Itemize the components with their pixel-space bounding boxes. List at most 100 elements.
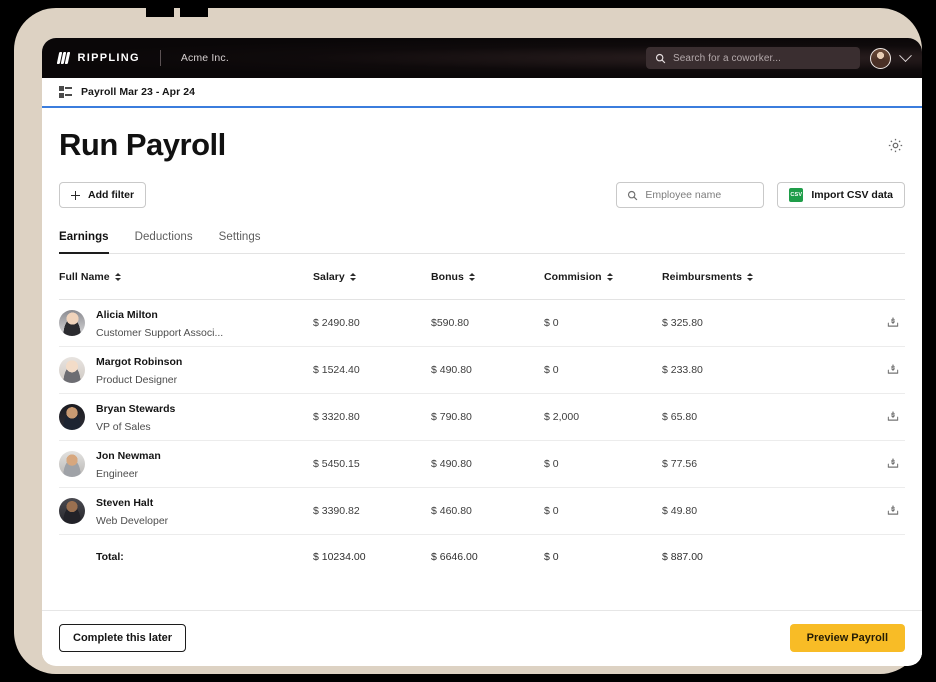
device-notch-tab-2 [180,8,208,17]
breadcrumb[interactable]: Payroll Mar 23 - Apr 24 [42,78,922,108]
cell-salary[interactable]: $ 2490.80 [313,299,431,347]
add-filter-button[interactable]: Add filter [59,182,147,208]
avatar[interactable] [870,47,891,69]
cell-reimbursments[interactable]: $ 49.80 [662,487,837,535]
sort-icon[interactable] [747,273,754,281]
total-action-spacer [837,535,905,579]
column-header-label: Commision [544,271,602,283]
employee-name: Margot Robinson [96,356,183,368]
toolbar: Add filter Employee name CSV Import CSV … [59,182,905,208]
cell-commision[interactable]: $ 0 [544,440,662,488]
brand-block[interactable]: RIPPLING Acme Inc. [56,50,229,66]
import-csv-button[interactable]: CSV Import CSV data [777,182,905,208]
top-navigation-bar: RIPPLING Acme Inc. Search for a coworker… [42,38,922,78]
employee-role: VP of Sales [96,421,151,433]
avatar [59,404,85,430]
search-input[interactable]: Employee name [616,182,765,208]
money-deposit-icon[interactable] [884,313,902,331]
cell-name: Jon Newman Engineer [59,440,313,488]
complete-later-button[interactable]: Complete this later [59,623,187,652]
cell-bonus[interactable]: $ 490.80 [431,440,544,488]
cell-name: Bryan Stewards VP of Sales [59,393,313,441]
column-header-commision[interactable]: Commision [544,254,662,300]
employee-cell: Jon Newman Engineer [59,446,313,482]
column-header-salary[interactable]: Salary [313,254,431,300]
cell-salary[interactable]: $ 3320.80 [313,393,431,441]
employee-cell: Bryan Stewards VP of Sales [59,399,313,435]
device-bezel: RIPPLING Acme Inc. Search for a coworker… [14,8,922,674]
tab-deductions[interactable]: Deductions [135,231,193,253]
cell-bonus[interactable]: $ 490.80 [431,346,544,394]
table-row[interactable]: Jon Newman Engineer $ 5450.15 $ 490.80 $… [59,440,905,488]
table-row[interactable]: Bryan Stewards VP of Sales $ 3320.80 $ 7… [59,393,905,441]
sort-icon[interactable] [114,273,121,281]
global-search-input[interactable]: Search for a coworker... [646,47,860,69]
table-body: Alicia Milton Customer Support Associ...… [59,299,905,579]
tab-settings[interactable]: Settings [219,231,261,253]
total-commision: $ 0 [544,550,559,563]
cell-commision[interactable]: $ 0 [544,346,662,394]
cell-reimbursments[interactable]: $ 65.80 [662,393,837,441]
sort-icon[interactable] [606,273,613,281]
column-header-full-name[interactable]: Full Name [59,254,313,300]
column-header-label: Salary [313,271,345,283]
page-header: Run Payroll [59,108,905,160]
search-input-placeholder: Employee name [645,189,722,201]
device-notch-tab-1 [146,8,174,17]
cell-commision[interactable]: $ 0 [544,299,662,347]
table-header-row: Full Name Salary Bonus Commision Reimbur… [59,254,905,300]
cell-action [837,440,905,488]
cell-action [837,299,905,347]
employee-name: Alicia Milton [96,309,158,321]
gear-icon[interactable] [885,135,905,155]
toolbar-right-group: Employee name CSV Import CSV data [616,182,905,208]
column-header-reimbursments[interactable]: Reimbursments [662,254,837,300]
employee-role: Customer Support Associ... [96,327,224,339]
cell-bonus[interactable]: $ 790.80 [431,393,544,441]
cell-commision[interactable]: $ 2,000 [544,393,662,441]
money-deposit-icon[interactable] [884,454,902,472]
tab-earnings[interactable]: Earnings [59,231,109,254]
sort-icon[interactable] [349,273,356,281]
table-row[interactable]: Alicia Milton Customer Support Associ...… [59,299,905,347]
employee-cell: Alicia Milton Customer Support Associ... [59,305,313,341]
footer-action-bar: Complete this later Preview Payroll [42,610,922,664]
cell-bonus[interactable]: $590.80 [431,299,544,347]
cell-reimbursments[interactable]: $ 77.56 [662,440,837,488]
employee-name: Jon Newman [96,450,161,462]
money-deposit-icon[interactable] [884,501,902,519]
chevron-down-icon[interactable] [899,48,912,62]
column-header-bonus[interactable]: Bonus [431,254,544,300]
brand-name: RIPPLING [77,52,140,64]
cell-bonus[interactable]: $ 460.80 [431,487,544,535]
cell-name: Margot Robinson Product Designer [59,346,313,394]
cell-action [837,393,905,441]
company-name: Acme Inc. [180,52,229,64]
money-deposit-icon[interactable] [884,360,902,378]
cell-salary[interactable]: $ 5450.15 [313,440,431,488]
global-search-placeholder: Search for a coworker... [673,52,782,64]
avatar [59,357,85,383]
cell-salary[interactable]: $ 3390.82 [313,487,431,535]
employee-name: Bryan Stewards [96,403,176,415]
cell-name: Alicia Milton Customer Support Associ... [59,299,313,347]
cell-name: Steven Halt Web Developer [59,487,313,535]
page-content: Run Payroll Add filter Employee name CSV… [42,108,922,664]
cell-commision[interactable]: $ 0 [544,487,662,535]
sort-icon[interactable] [468,273,475,281]
cell-reimbursments[interactable]: $ 325.80 [662,299,837,347]
payroll-list-icon [59,85,72,99]
rippling-logo-icon [56,52,70,64]
column-header-label: Reimbursments [662,271,743,283]
csv-file-icon: CSV [789,188,804,202]
cell-reimbursments[interactable]: $ 233.80 [662,346,837,394]
page-title: Run Payroll [59,127,226,162]
column-header-label: Full Name [59,271,110,283]
total-salary: $ 10234.00 [313,550,366,563]
preview-payroll-button[interactable]: Preview Payroll [789,623,905,652]
money-deposit-icon[interactable] [884,407,902,425]
table-row[interactable]: Margot Robinson Product Designer $ 1524.… [59,346,905,394]
cell-salary[interactable]: $ 1524.40 [313,346,431,394]
total-reimbursments: $ 887.00 [662,550,703,563]
table-row[interactable]: Steven Halt Web Developer $ 3390.82 $ 46… [59,487,905,535]
